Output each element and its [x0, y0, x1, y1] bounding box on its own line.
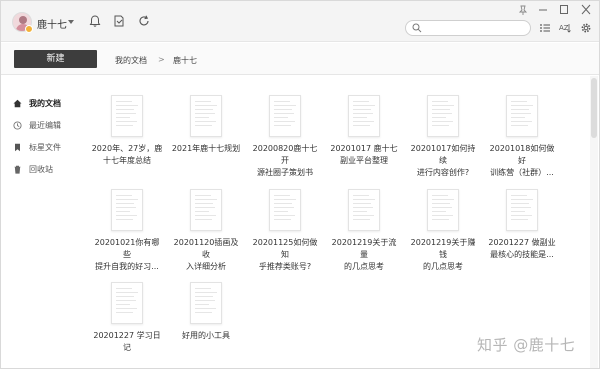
minimize-icon[interactable]	[535, 3, 551, 17]
document-title: 20201125如何做知乎推荐类账号?	[249, 237, 321, 273]
document-title-line1: 2021年鹿十七规划	[171, 144, 241, 153]
document-title-line1: 20201021你有哪些	[94, 238, 160, 259]
document-title: 2021年鹿十七规划	[170, 143, 242, 155]
document-item[interactable]: 20201219关于赚钱的几点思考	[407, 170, 479, 271]
document-title-line2: 的几点思考	[344, 262, 384, 271]
document-title-line2: 记	[123, 343, 131, 352]
document-title-line1: 20201018如何做好	[489, 144, 555, 165]
document-item[interactable]: 20200820鹿十七开 源社圈子策划书	[249, 76, 321, 177]
document-item[interactable]: 20201017如何持续 进行内容创作?	[407, 76, 479, 177]
document-item[interactable]: 20201021你有哪些 提升自我的好习...	[91, 170, 163, 271]
gear-icon[interactable]	[580, 22, 592, 34]
refresh-icon[interactable]	[137, 14, 151, 28]
breadcrumb-separator: >	[158, 55, 165, 64]
document-thumbnail	[269, 189, 301, 231]
document-title-line1: 2020年、27岁，鹿	[91, 144, 163, 153]
document-item[interactable]: 20201018如何做好 训练营（社群）...	[486, 76, 558, 177]
document-item[interactable]: 20201017 鹿十七 副业平台整理	[328, 76, 400, 167]
document-title-line1: 20201017如何持续	[410, 144, 476, 165]
document-title-line2: 乎推荐类账号?	[258, 262, 312, 271]
sidebar-item-my-docs[interactable]: 我的文档	[13, 97, 85, 111]
search-icon	[412, 23, 422, 33]
sync-doc-icon[interactable]	[112, 14, 126, 28]
document-thumbnail	[111, 189, 143, 231]
document-thumbnail	[111, 95, 143, 137]
document-title: 2020年、27岁，鹿 十七年度总结	[91, 143, 163, 167]
document-title-line1: 20200820鹿十七开	[252, 144, 318, 165]
pin-icon[interactable]	[515, 3, 531, 17]
app-window: 鹿十七 AZ 新建 我的文档 > 鹿十七 我的文档 最近编辑 标星文件 回收站 …	[0, 0, 600, 369]
document-title: 20201219关于赚钱的几点思考	[407, 237, 479, 273]
sort-az-icon[interactable]: AZ	[559, 22, 571, 34]
document-title-line1: 20201017 鹿十七	[330, 144, 398, 153]
document-title: 20201017 鹿十七 副业平台整理	[328, 143, 400, 167]
clock-icon	[13, 121, 22, 130]
close-icon[interactable]	[578, 3, 594, 17]
document-title-line1: 20201219关于赚钱	[410, 238, 476, 259]
document-title-line2: 的几点思考	[423, 262, 463, 271]
sidebar-item-recent[interactable]: 最近编辑	[13, 119, 85, 133]
sidebar-item-trash[interactable]: 回收站	[13, 163, 85, 177]
username[interactable]: 鹿十七	[37, 16, 67, 31]
document-thumbnail	[348, 95, 380, 137]
document-item[interactable]: 20201219关于流量的几点思考	[328, 170, 400, 271]
document-title-line2: 最核心的技能是...	[490, 250, 554, 259]
document-item[interactable]: 好用的小工具	[170, 263, 242, 351]
document-title-line1: 20201227 做副业	[488, 238, 556, 247]
chevron-down-icon[interactable]	[68, 20, 74, 24]
title-bar: 鹿十七 AZ	[1, 1, 599, 42]
document-title: 20201227 做副业 最核心的技能是...	[486, 237, 558, 261]
document-item[interactable]: 2020年、27岁，鹿 十七年度总结	[91, 76, 163, 167]
document-thumbnail	[348, 189, 380, 231]
document-title-line2: 副业平台整理	[340, 156, 388, 165]
document-thumbnail	[506, 95, 538, 137]
toolbar: 新建 我的文档 > 鹿十七	[1, 43, 599, 75]
maximize-icon[interactable]	[556, 3, 572, 17]
sidebar-item-starred[interactable]: 标星文件	[13, 141, 85, 155]
breadcrumb-current: 鹿十七	[173, 56, 197, 65]
search-box[interactable]	[405, 20, 531, 36]
document-thumbnail	[427, 189, 459, 231]
document-item[interactable]: 20201227 学习日记	[91, 263, 163, 354]
sidebar: 我的文档 最近编辑 标星文件 回收站	[1, 76, 91, 368]
watermark: 知乎 @鹿十七	[477, 336, 576, 354]
document-title-line2: 十七年度总结	[103, 156, 151, 165]
document-thumbnail	[506, 189, 538, 231]
document-thumbnail	[190, 282, 222, 324]
document-title-line1: 20201120插画及收	[173, 238, 239, 259]
document-thumbnail	[427, 95, 459, 137]
document-item[interactable]: 2021年鹿十七规划	[170, 76, 242, 164]
search-input[interactable]	[424, 22, 528, 34]
document-title: 20201219关于流量的几点思考	[328, 237, 400, 273]
vip-badge-icon	[25, 25, 33, 33]
document-title-line1: 20201227 学习日	[93, 331, 161, 340]
document-grid: 2020年、27岁，鹿 十七年度总结 2021年鹿十七规划 20200820鹿十七开源…	[91, 76, 591, 368]
document-thumbnail	[190, 95, 222, 137]
trash-icon	[13, 165, 22, 174]
document-title: 好用的小工具	[170, 330, 242, 342]
list-view-icon[interactable]	[539, 22, 551, 34]
document-thumbnail	[190, 189, 222, 231]
scrollbar[interactable]	[590, 76, 598, 368]
document-thumbnail	[269, 95, 301, 137]
document-item[interactable]: 20201227 做副业 最核心的技能是...	[486, 170, 558, 261]
home-icon	[13, 99, 22, 108]
new-button[interactable]: 新建	[14, 50, 97, 68]
document-title-line1: 20201125如何做知	[252, 238, 318, 259]
document-item[interactable]: 20201120插画及收 入详细分析	[170, 170, 242, 271]
document-title: 20201227 学习日记	[91, 330, 163, 354]
document-thumbnail	[111, 282, 143, 324]
document-item[interactable]: 20201125如何做知乎推荐类账号?	[249, 170, 321, 271]
bell-icon[interactable]	[88, 14, 102, 28]
document-title-line1: 好用的小工具	[182, 331, 230, 340]
breadcrumb-root[interactable]: 我的文档	[115, 55, 147, 66]
bookmark-icon	[13, 143, 22, 152]
document-title-line1: 20201219关于流量	[331, 238, 397, 259]
